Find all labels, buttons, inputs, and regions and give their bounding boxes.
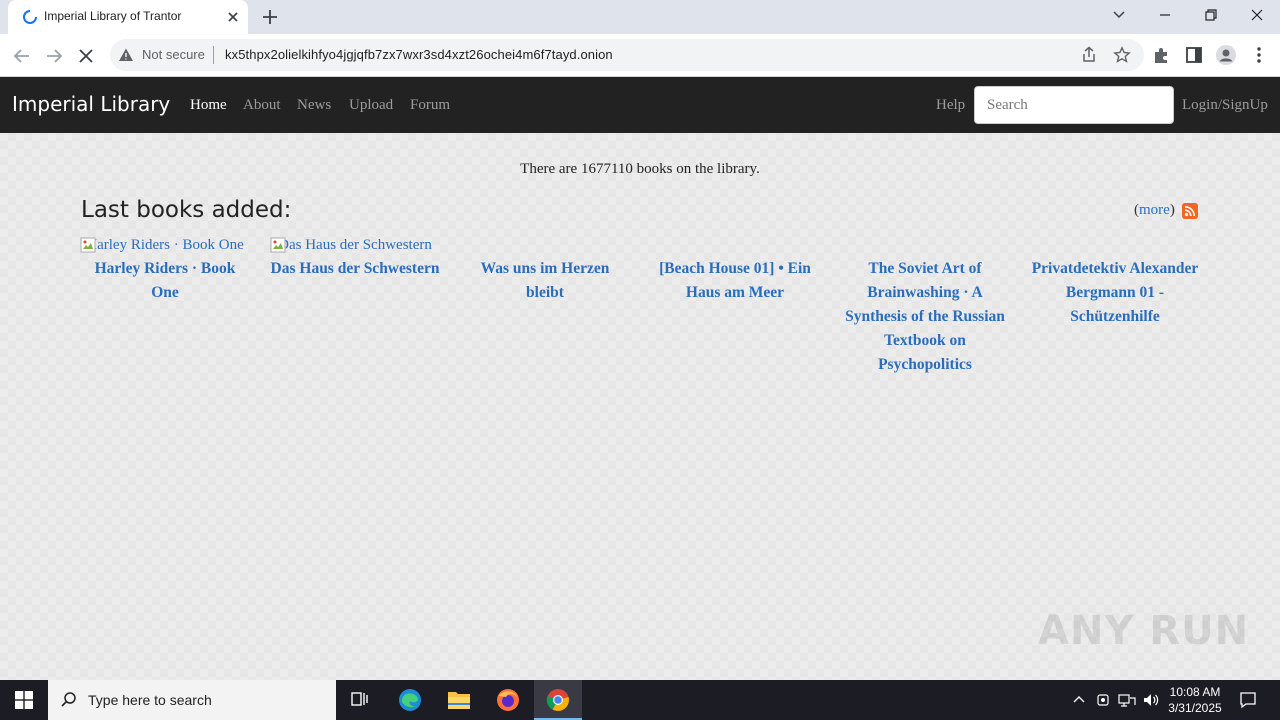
- search-input[interactable]: [974, 86, 1174, 124]
- book-cover-link[interactable]: [1030, 233, 1200, 257]
- url-text[interactable]: kx5thpx2olielkihfyo4jgjqfb7zx7wxr3sd4xzt…: [225, 47, 613, 62]
- book-card: The Soviet Art of Brainwashing · A Synth…: [840, 233, 1010, 377]
- star-icon[interactable]: [1113, 46, 1131, 64]
- windows-logo-icon: [15, 691, 33, 709]
- minimize-button[interactable]: [1142, 0, 1188, 30]
- book-count-text: There are 1677110 books on the library.: [520, 161, 760, 177]
- book-cover-link[interactable]: [650, 233, 820, 257]
- notification-icon[interactable]: [1239, 691, 1257, 709]
- close-icon: [1251, 9, 1263, 21]
- kebab-menu-icon[interactable]: [1248, 44, 1270, 66]
- book-title-link[interactable]: Was uns im Herzen bleibt: [460, 257, 630, 305]
- site-brand[interactable]: Imperial Library: [12, 92, 170, 116]
- book-card: Das Haus der Schwestern Das Haus der Sch…: [270, 233, 440, 281]
- start-button[interactable]: [0, 680, 48, 720]
- book-title-link[interactable]: Das Haus der Schwestern: [270, 257, 440, 281]
- book-title-link[interactable]: [Beach House 01] • Ein Haus am Meer: [650, 257, 820, 305]
- browser-tab-strip: Imperial Library of Trantor: [0, 0, 1280, 34]
- profile-icon[interactable]: [1215, 44, 1237, 66]
- plus-icon[interactable]: [258, 6, 282, 28]
- browser-tab[interactable]: Imperial Library of Trantor: [8, 0, 248, 34]
- taskbar-search-box[interactable]: Type here to search: [48, 680, 336, 720]
- restore-button[interactable]: [1188, 0, 1234, 30]
- taskbar-edge[interactable]: [386, 680, 434, 720]
- nav-help[interactable]: Help: [936, 97, 965, 114]
- taskbar-firefox[interactable]: [484, 680, 532, 720]
- chevron-up-icon[interactable]: [1071, 692, 1087, 708]
- close-icon[interactable]: [224, 8, 242, 26]
- book-cover-alt: Harley Riders · Book One: [86, 237, 244, 253]
- nav-forum[interactable]: Forum: [410, 97, 450, 114]
- book-cover-link[interactable]: [460, 233, 630, 257]
- book-cover-alt: Das Haus der Schwestern: [278, 237, 432, 253]
- back-arrow-icon[interactable]: [10, 44, 34, 68]
- book-title-link[interactable]: Privatdetektiv Alexander Bergmann 01 - S…: [1030, 257, 1200, 329]
- book-title-link[interactable]: Harley Riders · Book One: [80, 257, 250, 305]
- more-paren-close: ): [1169, 202, 1175, 218]
- separator: [213, 46, 214, 64]
- chevron-down-icon: [1113, 11, 1125, 19]
- taskbar-file-explorer[interactable]: [435, 680, 483, 720]
- site-navbar: Imperial Library Home About News Upload …: [0, 77, 1280, 133]
- taskbar-search-placeholder: Type here to search: [88, 692, 212, 708]
- book-cover-link[interactable]: Das Haus der Schwestern: [270, 233, 440, 257]
- broken-image-icon: [270, 237, 286, 253]
- book-cover-link[interactable]: Harley Riders · Book One: [80, 233, 250, 257]
- browser-toolbar: Not secure kx5thpx2olielkihfyo4jgjqfb7zx…: [0, 34, 1280, 77]
- clock-date: 3/31/2025: [1168, 701, 1222, 715]
- book-title-link[interactable]: The Soviet Art of Brainwashing · A Synth…: [840, 257, 1010, 377]
- chrome-icon: [546, 689, 569, 711]
- speaker-icon[interactable]: [1142, 692, 1160, 708]
- minimize-icon: [1160, 14, 1170, 16]
- restore-icon: [1205, 9, 1217, 21]
- book-cover-link[interactable]: [840, 233, 1010, 257]
- taskbar-chrome[interactable]: [534, 680, 582, 720]
- stop-loading-icon[interactable]: [74, 44, 98, 68]
- tab-title: Imperial Library of Trantor: [44, 9, 182, 23]
- more-link[interactable]: more: [1139, 202, 1170, 218]
- meet-now-icon[interactable]: [1095, 692, 1111, 708]
- loading-spinner-icon: [23, 10, 37, 24]
- firefox-icon: [497, 689, 519, 711]
- tab-search-button[interactable]: [1096, 0, 1142, 30]
- book-card: [Beach House 01] • Ein Haus am Meer: [650, 233, 820, 305]
- book-card: Privatdetektiv Alexander Bergmann 01 - S…: [1030, 233, 1200, 329]
- nav-upload[interactable]: Upload: [349, 97, 393, 114]
- taskbar-clock[interactable]: 10:08 AM 3/31/2025: [1160, 684, 1230, 716]
- clock-time: 10:08 AM: [1169, 685, 1221, 699]
- login-signup-link[interactable]: Login/SignUp: [1182, 97, 1268, 114]
- file-explorer-icon: [448, 692, 470, 709]
- page-heading: Last books added:: [81, 197, 292, 223]
- book-card: Harley Riders · Book One Harley Riders ·…: [80, 233, 250, 305]
- more-link-group: (more): [1134, 202, 1175, 219]
- share-icon[interactable]: [1080, 46, 1098, 64]
- forward-arrow-icon[interactable]: [42, 44, 66, 68]
- sidebar-icon[interactable]: [1183, 44, 1205, 66]
- network-icon[interactable]: [1118, 692, 1136, 708]
- main-content: There are 1677110 books on the library. …: [0, 133, 1280, 680]
- search-icon: [61, 692, 76, 707]
- window-close-button[interactable]: [1234, 0, 1280, 30]
- security-status[interactable]: Not secure: [142, 47, 205, 62]
- nav-about[interactable]: About: [243, 97, 281, 114]
- broken-image-icon: [80, 237, 96, 253]
- anyrun-watermark: ANY RUN: [1038, 608, 1250, 654]
- address-bar[interactable]: Not secure kx5thpx2olielkihfyo4jgjqfb7zx…: [110, 39, 1144, 71]
- task-view-button[interactable]: [336, 680, 384, 720]
- rss-icon[interactable]: [1182, 203, 1198, 219]
- nav-home[interactable]: Home: [190, 97, 227, 114]
- task-view-icon: [351, 692, 368, 706]
- warning-icon: [119, 48, 133, 61]
- edge-icon: [399, 689, 421, 711]
- book-card: Was uns im Herzen bleibt: [460, 233, 630, 305]
- windows-taskbar: Type here to search 10:08 AM 3/31/2025: [0, 680, 1280, 720]
- nav-news[interactable]: News: [297, 97, 331, 114]
- puzzle-icon[interactable]: [1151, 44, 1173, 66]
